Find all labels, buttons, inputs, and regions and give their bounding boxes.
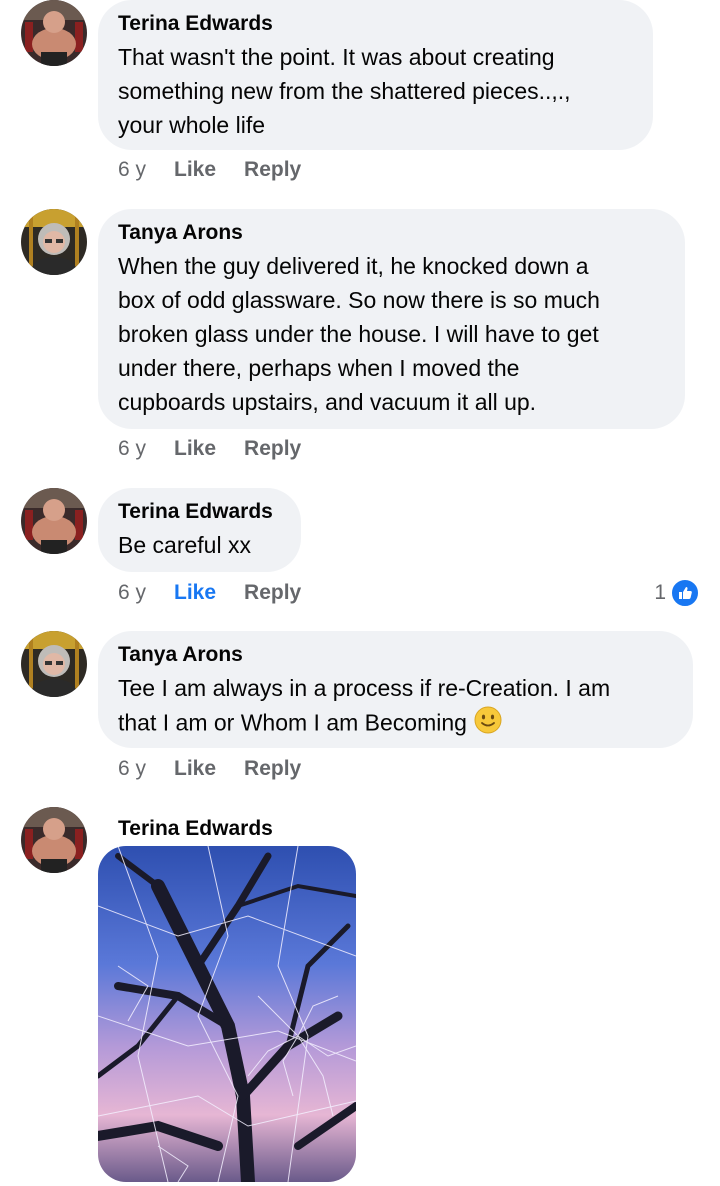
avatar[interactable] [21, 209, 87, 275]
comment-text: That wasn't the point. It was about crea… [118, 44, 571, 138]
reply-button[interactable]: Reply [244, 757, 301, 781]
comment-timestamp[interactable]: 6 y [118, 757, 146, 781]
comment-bubble: Tanya Arons Tee I am always in a process… [98, 631, 693, 748]
comment-meta: 6 y Like Reply [118, 757, 301, 781]
reaction-count: 1 [654, 581, 666, 604]
like-button[interactable]: Like [174, 158, 216, 182]
comment-bubble: Tanya Arons When the guy delivered it, h… [98, 209, 685, 429]
reply-button[interactable]: Reply [244, 437, 301, 461]
comment-author[interactable]: Tanya Arons [118, 221, 665, 245]
comment-timestamp[interactable]: 6 y [118, 158, 146, 182]
comment-author[interactable]: Terina Edwards [118, 817, 273, 841]
comment-author[interactable]: Terina Edwards [118, 500, 281, 524]
like-button[interactable]: Like [174, 581, 216, 605]
comment-text: Be careful xx [118, 532, 251, 558]
comment-author[interactable]: Tanya Arons [118, 643, 673, 667]
comment-bubble: Terina Edwards That wasn't the point. It… [98, 0, 653, 150]
comment-meta: 6 y Like Reply [118, 437, 301, 461]
reply-button[interactable]: Reply [244, 158, 301, 182]
comment-meta: 6 y Like Reply [118, 158, 301, 182]
avatar[interactable] [21, 631, 87, 697]
comment-text: Tee I am always in a process if re-Creat… [118, 671, 673, 744]
comment-meta: 6 y Like Reply [118, 581, 301, 605]
like-button[interactable]: Like [174, 757, 216, 781]
shattered-glass-image[interactable] [98, 846, 356, 1182]
reply-button[interactable]: Reply [244, 581, 301, 605]
smiley-emoji-icon [473, 705, 503, 744]
comment-text: When the guy delivered it, he knocked do… [118, 253, 600, 415]
reaction-summary[interactable]: 1 [654, 578, 700, 608]
comment-author[interactable]: Terina Edwards [118, 12, 633, 36]
thumbs-up-icon [670, 578, 700, 608]
avatar[interactable] [21, 0, 87, 66]
like-button[interactable]: Like [174, 437, 216, 461]
comment-timestamp[interactable]: 6 y [118, 437, 146, 461]
avatar[interactable] [21, 807, 87, 873]
comment-bubble: Terina Edwards Be careful xx [98, 488, 301, 572]
comment-timestamp[interactable]: 6 y [118, 581, 146, 605]
avatar[interactable] [21, 488, 87, 554]
